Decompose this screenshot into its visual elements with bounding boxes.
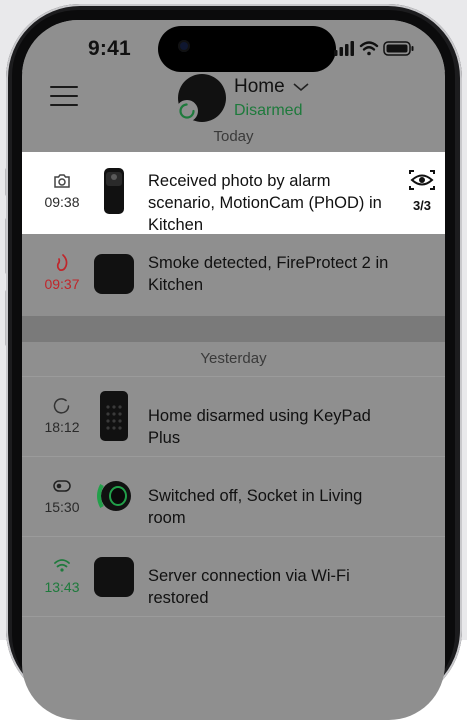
disarmed-ring-icon <box>179 103 195 119</box>
app-screen: 9:41 Home Disarmed Today 09:38 Received … <box>22 20 445 720</box>
toggle-off-icon <box>53 480 71 492</box>
front-camera-icon <box>178 40 190 52</box>
wifi-status-icon <box>359 41 379 56</box>
photo-count: 3/3 <box>412 198 432 213</box>
status-bar: 9:41 <box>22 20 445 72</box>
event-text: Home disarmed using KeyPad Plus <box>148 407 371 447</box>
event-text: Received photo by alarm scenario, Motion… <box>148 172 382 234</box>
event-row[interactable]: 18:12 Home disarmed using KeyPad Plus <box>22 376 445 457</box>
dynamic-island <box>158 26 336 72</box>
event-time: 15:30 <box>44 499 80 515</box>
eye-icon <box>409 170 435 190</box>
menu-button[interactable] <box>50 86 78 110</box>
wifi-icon <box>54 559 70 572</box>
photo-view-button[interactable]: 3/3 <box>404 168 440 213</box>
fireprotect-device-image <box>92 248 136 298</box>
battery-icon <box>383 41 414 56</box>
event-text: Server connection via Wi-Fi restored <box>148 567 350 607</box>
signal-icon <box>334 41 354 56</box>
hub-status-ring <box>176 100 198 122</box>
status-time: 9:41 <box>88 37 131 60</box>
event-row[interactable]: 09:38 Received photo by alarm scenario, … <box>22 152 445 234</box>
app-header: Home Disarmed <box>22 72 445 130</box>
section-divider <box>22 316 445 342</box>
event-row[interactable] <box>22 616 445 657</box>
hub-avatar[interactable] <box>176 74 226 122</box>
event-row[interactable]: 09:37 Smoke detected, FireProtect 2 in K… <box>22 234 445 314</box>
hub-name: Home <box>234 76 285 97</box>
camera-icon <box>54 174 70 188</box>
event-time: 09:38 <box>44 194 80 210</box>
phone-frame: 9:41 Home Disarmed Today 09:38 Received … <box>0 0 467 720</box>
event-text: Switched off, Socket in Living room <box>148 487 363 527</box>
hub-device-image <box>92 551 136 601</box>
section-header-today: Today <box>213 128 254 145</box>
keypad-device-image <box>92 391 136 441</box>
motioncam-device-image <box>92 166 136 216</box>
event-time: 18:12 <box>44 419 80 435</box>
fire-icon <box>56 254 68 272</box>
section-header-yesterday: Yesterday <box>200 350 267 367</box>
event-row[interactable]: 13:43 Server connection via Wi-Fi restor… <box>22 536 445 617</box>
event-text: Smoke detected, FireProtect 2 in Kitchen <box>148 254 389 294</box>
status-icons <box>334 38 424 58</box>
chevron-down-icon <box>293 83 309 92</box>
hub-status: Disarmed <box>234 102 303 119</box>
hub-selector[interactable]: Home <box>234 76 311 98</box>
socket-device-image <box>92 471 136 521</box>
disarm-icon <box>53 398 70 414</box>
event-row[interactable]: 15:30 Switched off, Socket in Living roo… <box>22 456 445 537</box>
event-time: 09:37 <box>44 276 80 292</box>
event-time: 13:43 <box>44 579 80 595</box>
